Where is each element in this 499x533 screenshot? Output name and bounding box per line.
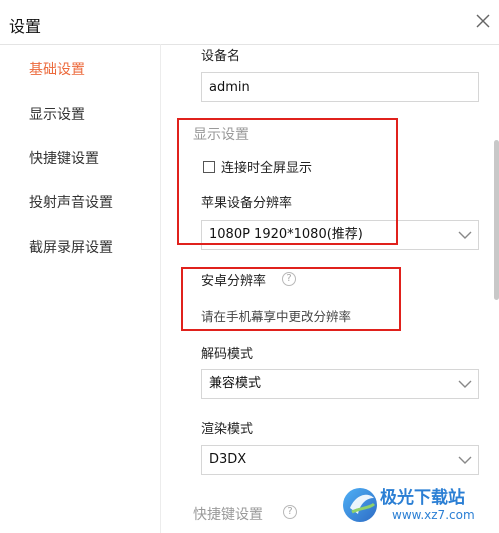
device-name-input[interactable] (201, 72, 479, 102)
close-button[interactable] (473, 11, 493, 31)
android-resolution-label: 安卓分辨率 (201, 274, 267, 289)
render-mode-label: 渲染模式 (201, 422, 254, 437)
checkbox-box[interactable] (203, 160, 215, 173)
help-icon[interactable]: ? (283, 505, 297, 519)
sidebar-item-shortcut-settings[interactable]: 快捷键设置 (29, 148, 99, 168)
apple-resolution-value: 1080P 1920*1080(推荐) (209, 227, 363, 242)
decode-mode-value: 兼容模式 (209, 376, 262, 391)
decode-mode-label: 解码模式 (201, 347, 254, 362)
render-mode-value: D3DX (209, 452, 247, 467)
android-resolution-hint: 请在手机幕享中更改分辨率 (201, 309, 352, 324)
apple-resolution-label: 苹果设备分辨率 (201, 196, 293, 211)
apple-resolution-select[interactable]: 1080P 1920*1080(推荐) (201, 220, 479, 250)
decode-mode-select[interactable]: 兼容模式 (201, 369, 479, 399)
device-name-label: 设备名 (201, 49, 241, 64)
close-icon (476, 14, 490, 28)
chevron-down-icon (458, 229, 472, 241)
sidebar-item-basic-settings[interactable]: 基础设置 (29, 59, 85, 79)
sidebar-item-screenshot-record-settings[interactable]: 截屏录屏设置 (29, 237, 113, 257)
watermark-url: www.xz7.com (392, 508, 475, 522)
chevron-down-icon (458, 454, 472, 466)
watermark-brand: 极光下载站 (380, 488, 465, 508)
scrollbar-thumb[interactable] (494, 140, 499, 300)
sidebar-item-audio-cast-settings[interactable]: 投射声音设置 (29, 192, 113, 212)
help-icon[interactable]: ? (282, 272, 296, 286)
chevron-down-icon (458, 378, 472, 390)
fullscreen-on-connect-checkbox[interactable]: 连接时全屏显示 (203, 157, 312, 176)
render-mode-select[interactable]: D3DX (201, 445, 479, 475)
shortcut-settings-section-title: 快捷键设置 (193, 507, 263, 523)
display-settings-section-title: 显示设置 (193, 127, 249, 143)
header-divider (0, 44, 499, 45)
sidebar-item-display-settings[interactable]: 显示设置 (29, 104, 85, 124)
sidebar-divider (160, 44, 161, 533)
fullscreen-on-connect-label: 连接时全屏显示 (221, 161, 313, 176)
window-title: 设置 (9, 17, 42, 36)
